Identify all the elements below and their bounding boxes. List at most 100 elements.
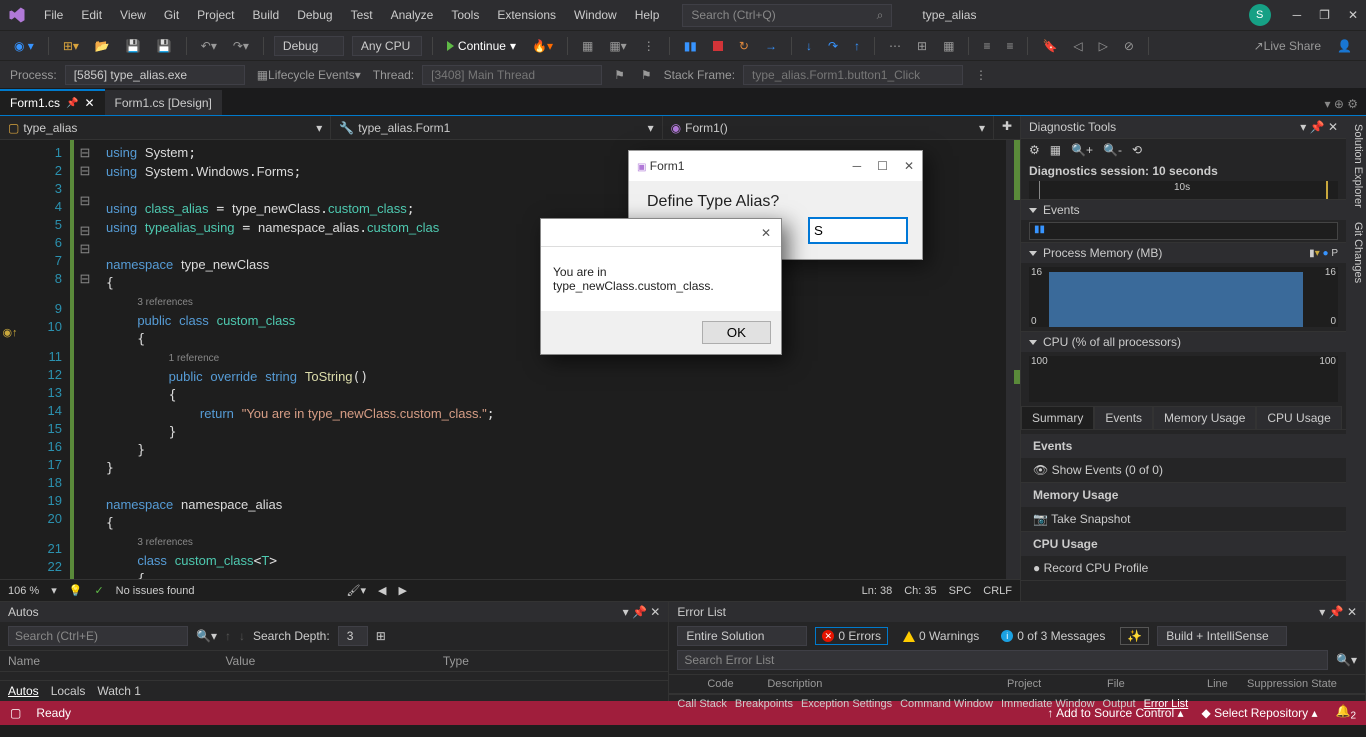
diag-tab-memory[interactable]: Memory Usage — [1153, 406, 1256, 429]
pause-icon[interactable]: ▮▮ — [680, 37, 701, 55]
tab-form1-cs[interactable]: Form1.cs📌✕ — [0, 89, 105, 115]
cpu-graph[interactable]: 100 100 — [1029, 356, 1338, 402]
bm-prev-icon[interactable]: ◁ — [1069, 37, 1086, 55]
autos-col-type[interactable]: Type — [443, 654, 660, 668]
take-snapshot-link[interactable]: 📷 Take Snapshot — [1021, 507, 1346, 532]
add-source-control[interactable]: ↑ Add to Source Control ▴ — [1047, 706, 1183, 720]
diag-zoomout-icon[interactable]: 🔍- — [1103, 143, 1122, 157]
errlist-scope-combo[interactable]: Entire Solution — [677, 626, 807, 646]
diag-tab-summary[interactable]: Summary — [1021, 406, 1094, 429]
msgbox-close-icon[interactable]: ✕ — [761, 226, 771, 240]
errcol-desc[interactable]: Description — [767, 678, 1007, 690]
autos-dock-icon[interactable]: ▾ — [623, 605, 629, 619]
tab-gear-icon[interactable]: ⚙ — [1347, 97, 1358, 111]
tb-misc-3[interactable]: ▦ — [939, 37, 958, 55]
errors-filter[interactable]: ✕0 Errors — [815, 627, 888, 645]
notifications-icon[interactable]: 🔔2 — [1335, 704, 1356, 721]
fold-icon[interactable]: ⊟ — [70, 240, 100, 258]
ch-label[interactable]: Ch: 35 — [904, 585, 936, 597]
bm-next-icon[interactable]: ▷ — [1095, 37, 1112, 55]
bm-clear-icon[interactable]: ⊘ — [1120, 37, 1138, 55]
config-combo[interactable]: Debug — [274, 36, 344, 56]
threads-icon[interactable]: ⚑ — [637, 66, 656, 84]
bottom-tab-exception[interactable]: Exception Settings — [801, 698, 892, 710]
panel-dock-icon[interactable]: ▾ — [1300, 120, 1306, 134]
menu-view[interactable]: View — [112, 4, 154, 26]
new-item-icon[interactable]: ⊞▾ — [59, 37, 83, 55]
tb-icon-3[interactable]: ⋮ — [639, 37, 659, 55]
diag-settings-icon[interactable]: ⚙ — [1029, 143, 1040, 157]
tab-close-icon[interactable]: ✕ — [84, 96, 94, 110]
bottom-tab-locals[interactable]: Locals — [51, 684, 86, 698]
spc-label[interactable]: SPC — [949, 585, 972, 597]
platform-combo[interactable]: Any CPU — [352, 36, 422, 56]
errcol-supp[interactable]: Suppression State — [1247, 678, 1357, 690]
codelens-refs[interactable]: 1 reference — [169, 353, 220, 364]
tb-misc-5[interactable]: ≡ — [1002, 37, 1017, 55]
fold-icon[interactable]: ⊟ — [70, 192, 100, 210]
menu-tools[interactable]: Tools — [443, 4, 487, 26]
tb-misc-4[interactable]: ≡ — [979, 37, 994, 55]
bookmark-icon[interactable]: 🔖 — [1038, 37, 1061, 55]
hot-reload-icon[interactable]: 🔥▾ — [528, 37, 557, 55]
search-input[interactable]: Search (Ctrl+Q) ⌕ — [682, 4, 892, 27]
debug-more-icon[interactable]: ⋮ — [971, 66, 991, 84]
next-issue-icon[interactable]: ▶ — [399, 584, 407, 597]
menu-extensions[interactable]: Extensions — [489, 4, 564, 26]
errlist-search-icon[interactable]: 🔍▾ — [1336, 653, 1357, 667]
ln-label[interactable]: Ln: 38 — [862, 585, 893, 597]
open-icon[interactable]: 📂 — [91, 37, 114, 55]
menu-project[interactable]: Project — [189, 4, 242, 26]
memory-graph[interactable]: 16 16 0 0 — [1029, 267, 1338, 327]
bottom-tab-callstack[interactable]: Call Stack — [677, 698, 727, 710]
thread-combo[interactable]: [3408] Main Thread — [422, 65, 602, 85]
errlist-source-combo[interactable]: Build + IntelliSense — [1157, 626, 1287, 646]
diag-events-header[interactable]: Events — [1021, 200, 1346, 220]
show-events-link[interactable]: 👁 Show Events (0 of 0) — [1021, 458, 1346, 483]
messages-filter[interactable]: i0 of 3 Messages — [994, 627, 1112, 645]
menu-file[interactable]: File — [36, 4, 71, 26]
warnings-filter[interactable]: 0 Warnings — [896, 627, 986, 645]
record-cpu-link[interactable]: ● Record CPU Profile — [1021, 556, 1346, 581]
autos-opts-icon[interactable]: ⊞ — [376, 629, 386, 643]
live-share-button[interactable]: ↗ Live Share — [1250, 37, 1325, 55]
save-all-icon[interactable]: 💾 — [153, 37, 176, 55]
fold-icon[interactable]: ⊟ — [70, 162, 100, 180]
maximize-icon[interactable]: ❐ — [1319, 8, 1330, 22]
autos-close-icon[interactable]: ✕ — [650, 605, 660, 619]
tb-misc-1[interactable]: ⋯ — [885, 37, 905, 55]
fold-icon[interactable]: ⊟ — [70, 222, 100, 240]
brush-icon[interactable]: 🖌▾ — [347, 584, 367, 597]
autos-nav-down-icon[interactable]: ↓ — [239, 629, 245, 643]
diag-tab-cpu[interactable]: CPU Usage — [1256, 406, 1341, 429]
errcol-file[interactable]: File — [1107, 678, 1207, 690]
bottom-tab-watch1[interactable]: Watch 1 — [97, 684, 141, 698]
codelens-refs[interactable]: 3 references — [137, 297, 193, 308]
fold-icon[interactable]: ⊟ — [70, 144, 100, 162]
minimize-icon[interactable]: ─ — [1293, 8, 1302, 22]
form-text-input[interactable] — [808, 217, 908, 244]
undo-icon[interactable]: ↶▾ — [197, 37, 221, 55]
pin-icon[interactable]: 📌 — [66, 98, 78, 109]
tb-icon-2[interactable]: ▦▾ — [605, 37, 630, 55]
process-combo[interactable]: [5856] type_alias.exe — [65, 65, 245, 85]
zoom-combo[interactable]: 106 % — [8, 585, 39, 597]
menu-window[interactable]: Window — [566, 4, 625, 26]
autos-search-input[interactable]: Search (Ctrl+E) — [8, 626, 188, 646]
form-minimize-icon[interactable]: ─ — [853, 159, 862, 173]
diag-select-icon[interactable]: ▦ — [1050, 143, 1061, 157]
sidetab-solution-explorer[interactable]: Solution Explorer — [1348, 124, 1364, 208]
errcol-line[interactable]: Line — [1207, 678, 1247, 690]
nav-split-icon[interactable]: ✚ — [994, 116, 1020, 139]
stackframe-combo[interactable]: type_alias.Form1.button1_Click — [743, 65, 963, 85]
codelens-refs[interactable]: 3 references — [137, 537, 193, 548]
autos-col-value[interactable]: Value — [225, 654, 442, 668]
select-repo[interactable]: ◆ Select Repository ▴ — [1202, 706, 1318, 720]
bottom-tab-breakpoints[interactable]: Breakpoints — [735, 698, 793, 710]
issues-label[interactable]: No issues found — [116, 585, 195, 597]
menu-build[interactable]: Build — [245, 4, 288, 26]
bottom-tab-autos[interactable]: Autos — [8, 684, 39, 698]
tab-form1-design[interactable]: Form1.cs [Design] — [105, 90, 222, 115]
show-next-icon[interactable]: → — [761, 37, 781, 55]
panel-close-icon[interactable]: ✕ — [1328, 120, 1338, 134]
